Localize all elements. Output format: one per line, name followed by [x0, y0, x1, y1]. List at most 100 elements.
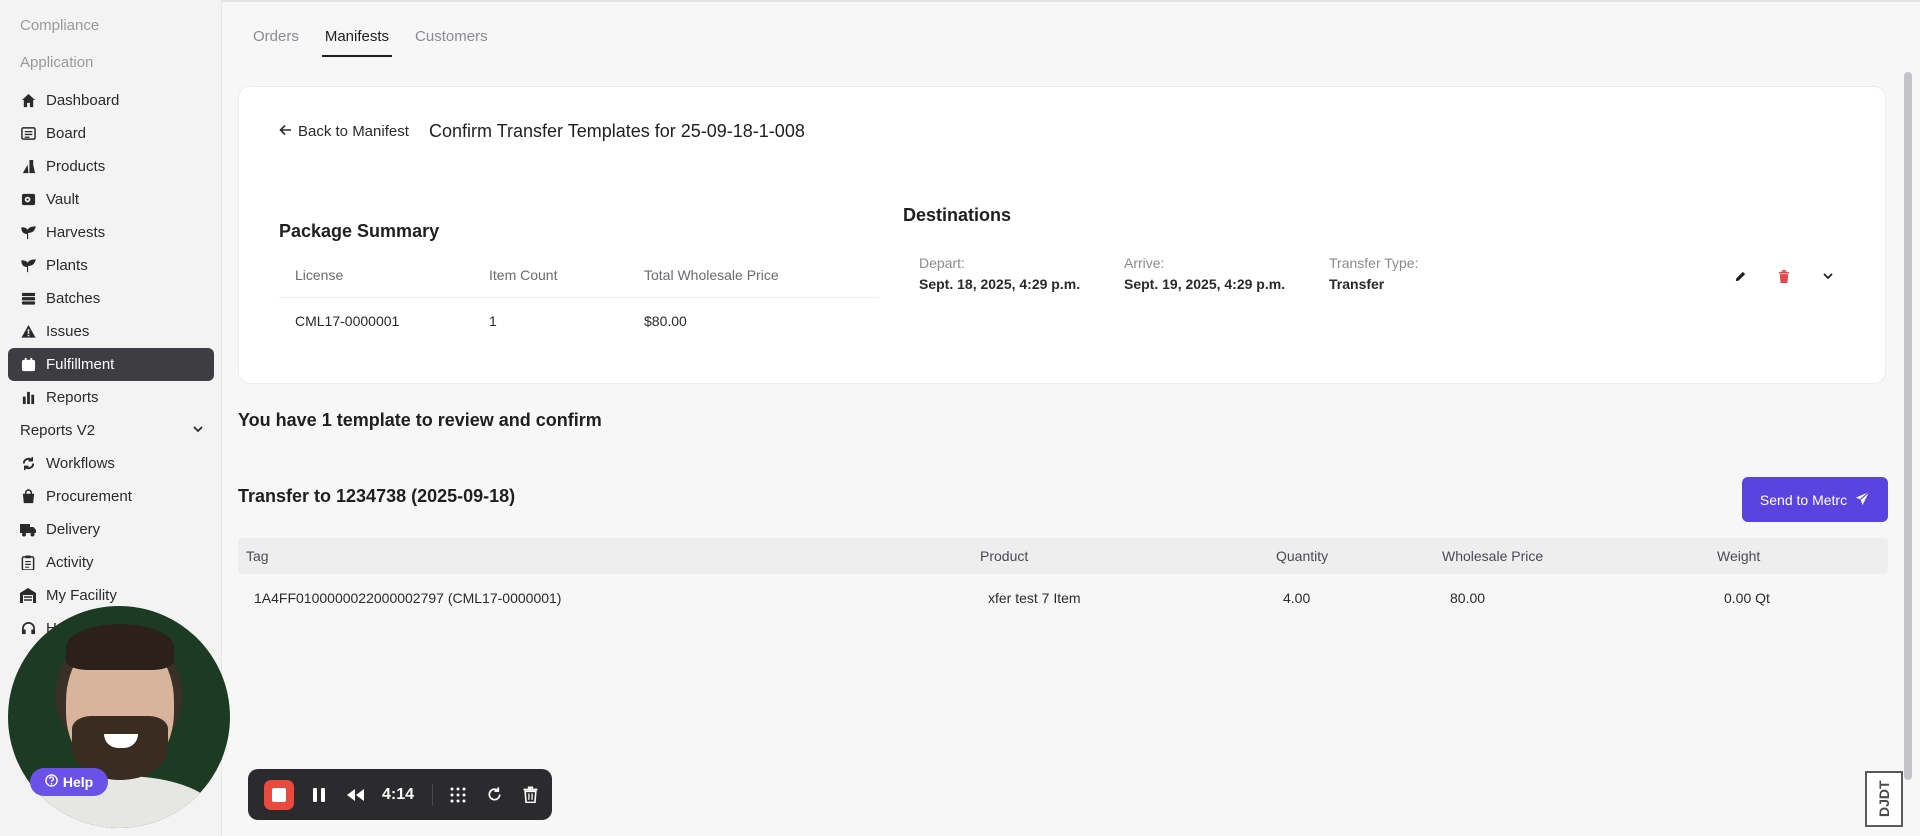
toolbar-divider [432, 783, 434, 806]
sidebar-item-label: Delivery [46, 521, 101, 538]
batches-icon [20, 291, 36, 307]
header-quantity: Quantity [1276, 548, 1329, 564]
stop-record-button[interactable] [264, 779, 294, 810]
workflow-icon [20, 456, 36, 472]
chevron-down-icon[interactable] [192, 422, 204, 439]
review-message: You have 1 template to review and confir… [238, 410, 602, 430]
vault-icon [20, 192, 36, 208]
section-application[interactable]: Application [20, 54, 93, 71]
pause-icon[interactable] [308, 784, 330, 806]
table-header: Tag Product Quantity Wholesale Price Wei… [238, 538, 1888, 574]
warning-icon [20, 324, 36, 340]
arrow-left-icon [279, 123, 292, 140]
chevron-down-icon[interactable] [1817, 265, 1839, 287]
sidebar-item-label: Harvests [46, 224, 106, 241]
section-compliance[interactable]: Compliance [20, 17, 99, 34]
cell-quantity: 4.00 [1283, 590, 1311, 606]
tab-bar: Orders Manifests Customers [240, 22, 501, 57]
sidebar-item-issues[interactable]: Issues [8, 315, 214, 348]
grid-icon[interactable] [447, 784, 469, 806]
sidebar-item-delivery[interactable]: Delivery [8, 513, 214, 546]
headset-icon [20, 621, 36, 637]
trash-icon[interactable] [519, 784, 541, 806]
header-weight: Weight [1717, 548, 1761, 564]
transfer-type-value: Transfer [1329, 276, 1385, 292]
webcam-hair [66, 624, 174, 670]
recording-timer: 4:14 [382, 785, 415, 803]
cell-product: xfer test 7 Item [988, 590, 1081, 606]
sidebar-item-label: Workflows [46, 455, 115, 472]
sidebar-item-reports-v2[interactable]: Reports V2 [8, 414, 214, 447]
cell-weight: 0.00 Qt [1724, 590, 1770, 606]
sidebar-item-products[interactable]: Products [8, 150, 214, 183]
sidebar-item-fulfillment[interactable]: Fulfillment [8, 348, 214, 381]
flask-icon [20, 159, 36, 175]
sidebar-item-board[interactable]: Board [8, 117, 214, 150]
destinations-title: Destinations [903, 205, 1012, 225]
table-row: 1A4FF0100000022000002797 (CML17-0000001)… [238, 578, 1888, 618]
help-button[interactable]: Help [30, 768, 108, 796]
sprout-icon [20, 258, 36, 274]
truck-icon [20, 522, 36, 538]
corner-logo: DJDT [1865, 771, 1903, 827]
sidebar-item-label: Plants [46, 257, 88, 274]
sprout-icon [20, 225, 36, 241]
home-icon [20, 93, 36, 109]
rewind-icon[interactable] [344, 784, 366, 806]
sidebar-item-harvests[interactable]: Harvests [8, 216, 214, 249]
sidebar-item-label: Reports [46, 389, 99, 406]
sidebar-item-label: Products [46, 158, 106, 175]
tab-customers[interactable]: Customers [402, 22, 501, 57]
sidebar-item-workflows[interactable]: Workflows [8, 447, 214, 480]
bag-icon [20, 489, 36, 505]
arrive-value: Sept. 19, 2025, 4:29 p.m. [1124, 276, 1286, 292]
send-to-metrc-button[interactable]: Send to Metrc [1742, 477, 1888, 522]
page-title: Confirm Transfer Templates for 25-09-18-… [429, 121, 805, 141]
header-item-count: Item Count [489, 267, 558, 283]
tab-orders[interactable]: Orders [240, 22, 312, 57]
sidebar-item-label: Reports V2 [20, 422, 96, 439]
sidebar-item-label: Issues [46, 323, 90, 340]
header-license: License [295, 267, 344, 283]
sidebar-item-label: Batches [46, 290, 101, 307]
cell-wholesale-price: 80.00 [1450, 590, 1486, 606]
sidebar-item-label: Fulfillment [46, 356, 115, 373]
sidebar-item-vault[interactable]: Vault [8, 183, 214, 216]
clipboard-icon [20, 555, 36, 571]
item-count-value: 1 [489, 313, 497, 329]
sidebar-item-label: Procurement [46, 488, 132, 505]
back-to-manifest-link[interactable]: Back to Manifest [279, 123, 409, 140]
sidebar-item-label: Board [46, 125, 87, 142]
sidebar-item-activity[interactable]: Activity [8, 546, 214, 579]
header-wholesale-price: Wholesale Price [1442, 548, 1544, 564]
tab-manifests[interactable]: Manifests [312, 22, 402, 57]
delete-icon[interactable] [1773, 265, 1795, 287]
manifest-card: Back to Manifest Confirm Transfer Templa… [238, 86, 1886, 384]
license-value: CML17-0000001 [295, 313, 400, 329]
restart-icon[interactable] [483, 784, 505, 806]
depart-label: Depart: [919, 255, 965, 271]
package-summary-title: Package Summary [279, 221, 440, 241]
sidebar-item-dashboard[interactable]: Dashboard [8, 84, 214, 117]
header-product: Product [980, 548, 1029, 564]
send-button-label: Send to Metrc [1759, 491, 1848, 508]
sidebar-nav: Dashboard Board Products Vault Harvests … [8, 84, 214, 645]
sidebar-item-batches[interactable]: Batches [8, 282, 214, 315]
calendar-icon [20, 357, 36, 373]
stop-icon [272, 787, 286, 802]
header-total-wholesale-price: Total Wholesale Price [644, 267, 779, 283]
page-scrollbar[interactable] [1904, 72, 1912, 780]
sidebar-item-label: Vault [46, 191, 80, 208]
transfer-type-label: Transfer Type: [1329, 255, 1419, 271]
cell-tag: 1A4FF0100000022000002797 (CML17-0000001) [254, 590, 562, 606]
sidebar-item-reports[interactable]: Reports [8, 381, 214, 414]
bar-chart-icon [20, 390, 36, 406]
sidebar-item-label: Dashboard [46, 92, 120, 109]
question-icon [45, 774, 58, 790]
recorder-toolbar: 4:14 [248, 769, 552, 820]
arrive-label: Arrive: [1124, 255, 1165, 271]
sidebar-item-procurement[interactable]: Procurement [8, 480, 214, 513]
sidebar-item-plants[interactable]: Plants [8, 249, 214, 282]
edit-icon[interactable] [1729, 265, 1751, 287]
top-border [222, 0, 1920, 2]
